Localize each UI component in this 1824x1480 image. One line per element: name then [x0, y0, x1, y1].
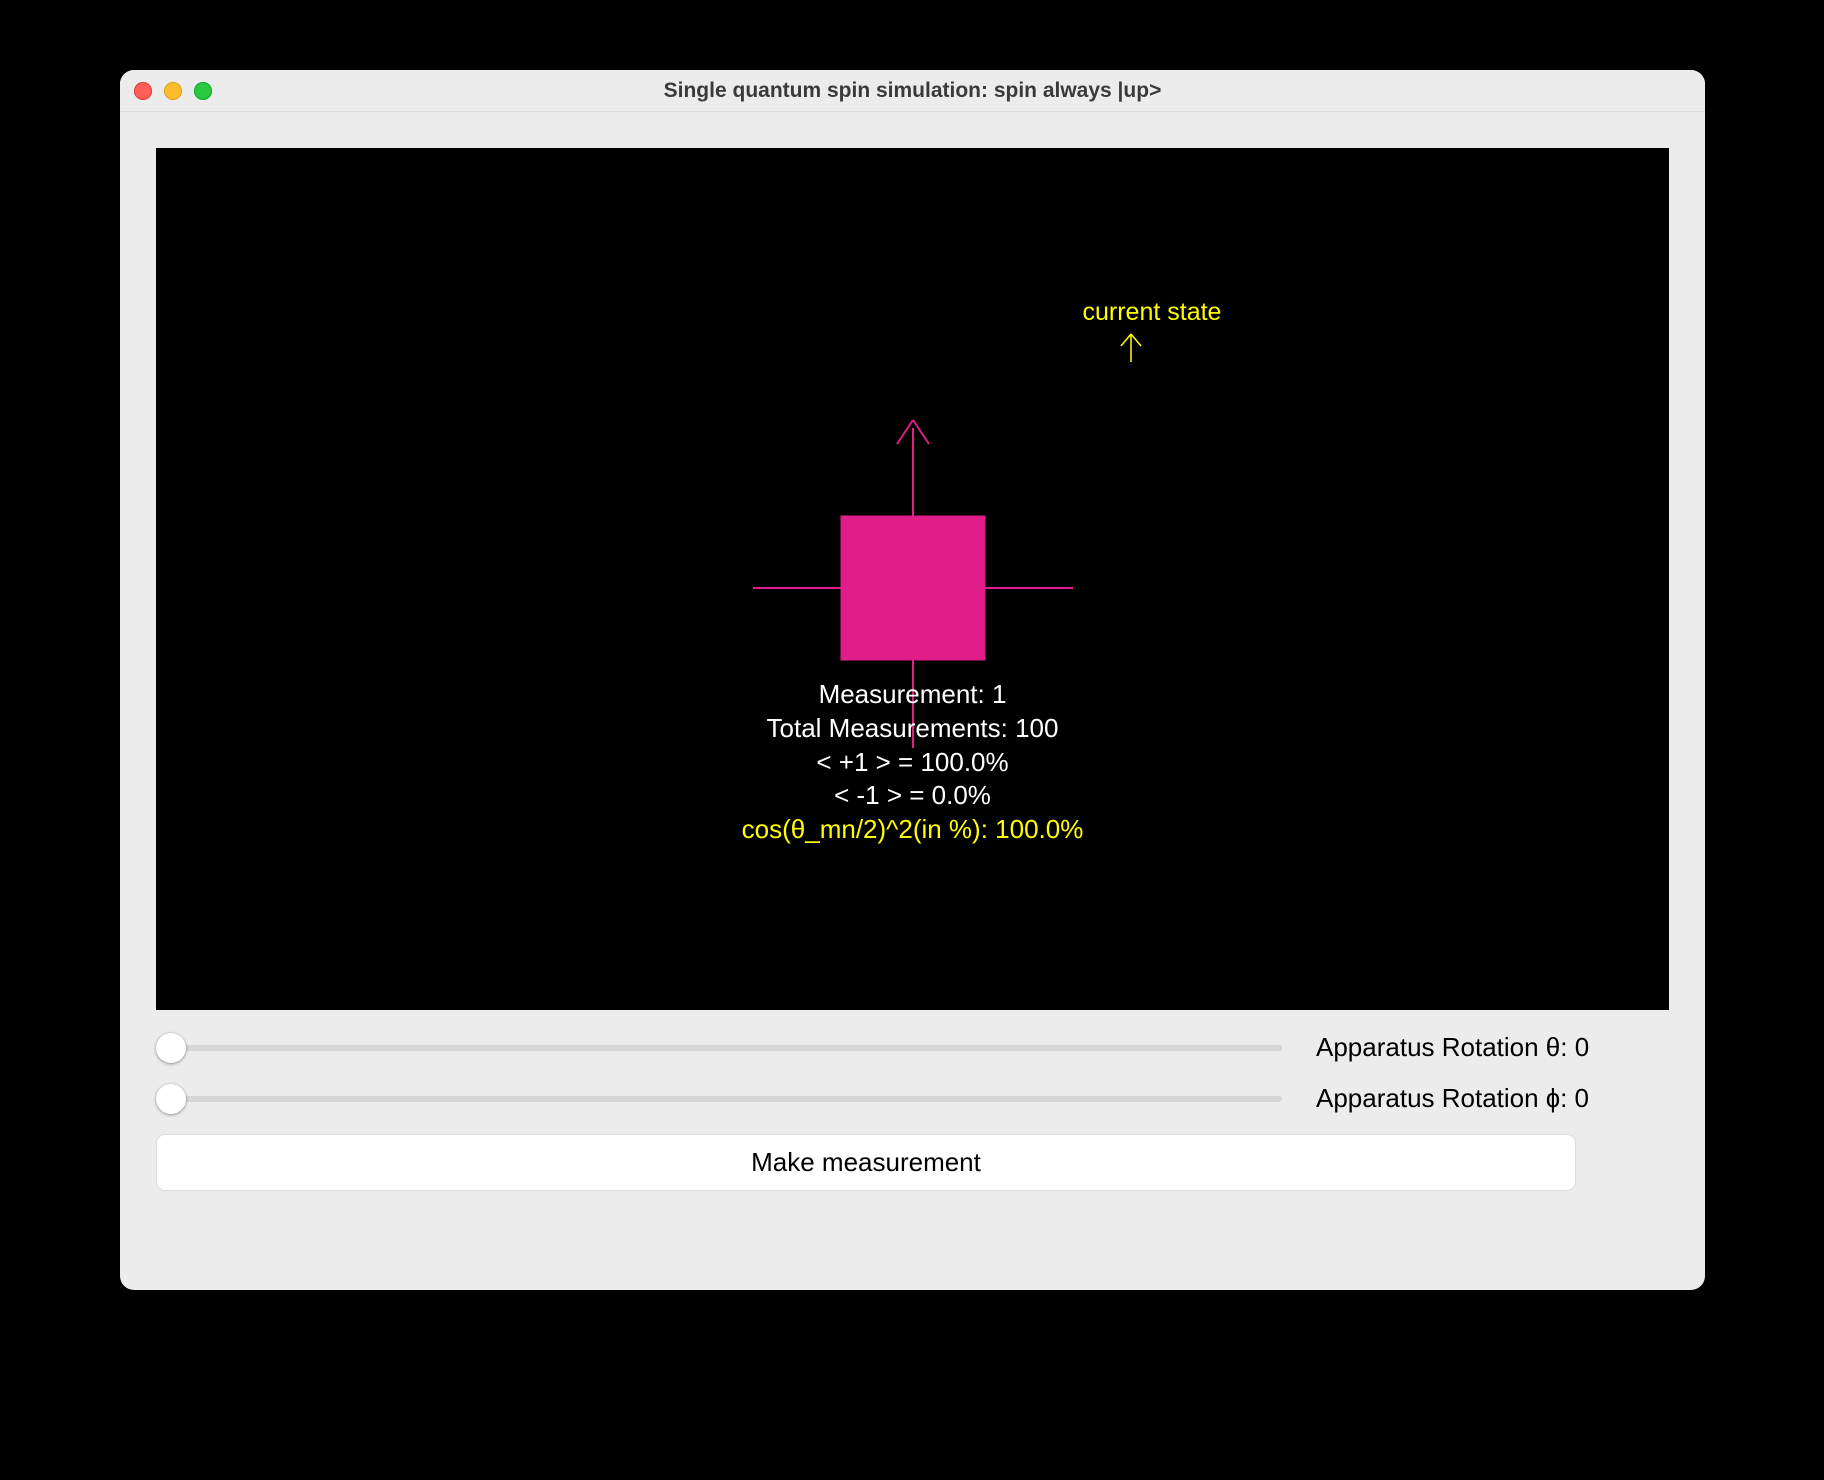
minus-expectation: < -1 > = 0.0%	[742, 779, 1084, 813]
theta-label: Apparatus Rotation θ: 0	[1316, 1032, 1589, 1063]
theory-probability: cos(θ_mn/2)^2(in %): 100.0%	[742, 813, 1084, 847]
phi-slider-row: Apparatus Rotation ɸ: 0	[156, 1083, 1669, 1114]
zoom-icon[interactable]	[194, 82, 212, 100]
apparatus-arrow-icon	[893, 418, 933, 448]
window-content: current state Measurement: 1 Total Measu…	[120, 112, 1705, 1211]
phi-label: Apparatus Rotation ɸ: 0	[1316, 1083, 1589, 1114]
window-controls	[134, 70, 212, 111]
current-state-label: current state	[1083, 298, 1222, 327]
slider-track	[170, 1045, 1282, 1051]
window-title: Single quantum spin simulation: spin alw…	[120, 79, 1705, 103]
app-window: Single quantum spin simulation: spin alw…	[120, 70, 1705, 1290]
theta-slider-row: Apparatus Rotation θ: 0	[156, 1032, 1669, 1063]
slider-track	[170, 1096, 1282, 1102]
theta-slider[interactable]	[156, 1034, 1296, 1062]
phi-slider[interactable]	[156, 1085, 1296, 1113]
total-measurements: Total Measurements: 100	[742, 712, 1084, 746]
close-icon[interactable]	[134, 82, 152, 100]
plus-expectation: < +1 > = 100.0%	[742, 746, 1084, 780]
current-state-up-arrow-icon	[1116, 330, 1146, 364]
make-measurement-button[interactable]: Make measurement	[156, 1134, 1576, 1191]
measurement-result: Measurement: 1	[742, 678, 1084, 712]
slider-thumb-icon[interactable]	[156, 1033, 186, 1063]
controls-panel: Apparatus Rotation θ: 0 Apparatus Rotati…	[156, 1010, 1669, 1191]
slider-thumb-icon[interactable]	[156, 1084, 186, 1114]
titlebar: Single quantum spin simulation: spin alw…	[120, 70, 1705, 112]
apparatus-square-icon	[840, 516, 985, 661]
simulation-canvas: current state Measurement: 1 Total Measu…	[156, 148, 1669, 1010]
readout-block: Measurement: 1 Total Measurements: 100 <…	[742, 678, 1084, 847]
minimize-icon[interactable]	[164, 82, 182, 100]
